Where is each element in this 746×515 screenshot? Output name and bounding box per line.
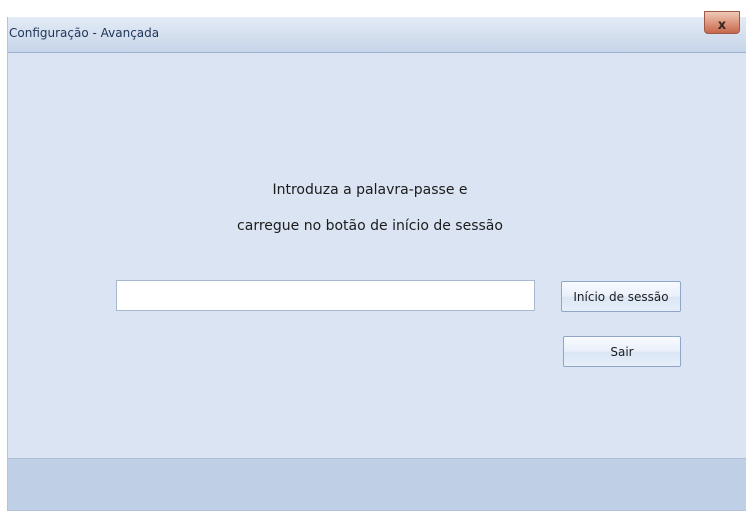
window-title: Configuração - Avançada	[9, 26, 160, 40]
instruction-line-2: carregue no botão de início de sessão	[237, 218, 503, 234]
close-button[interactable]: x	[704, 11, 740, 34]
password-input[interactable]	[116, 280, 535, 311]
dialog-footer	[8, 458, 746, 510]
settings-dialog: Configuração - Avançada x Introduza a pa…	[7, 11, 746, 511]
close-icon: x	[717, 18, 727, 33]
title-bar[interactable]: Configuração - Avançada	[8, 17, 746, 53]
instruction-line-1: Introduza a palavra-passe e	[272, 182, 468, 198]
login-button[interactable]: Início de sessão	[561, 281, 681, 312]
exit-button[interactable]: Sair	[563, 336, 681, 367]
